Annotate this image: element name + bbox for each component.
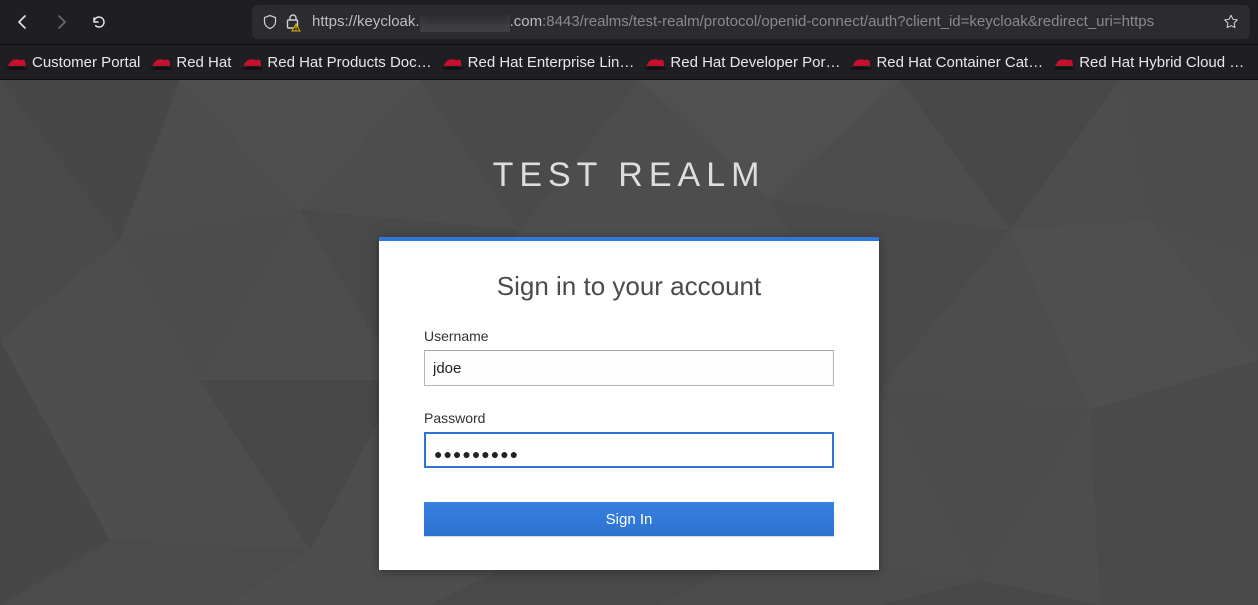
fedora-icon xyxy=(152,56,170,68)
page-body: TEST REALM Sign in to your account Usern… xyxy=(0,80,1258,605)
forward-button[interactable] xyxy=(46,7,76,37)
fedora-icon xyxy=(8,56,26,68)
bookmark-hybrid-cloud[interactable]: Red Hat Hybrid Cloud … xyxy=(1055,54,1244,71)
bookmark-label: Red Hat Container Cat… xyxy=(876,54,1043,71)
fedora-icon xyxy=(646,56,664,68)
bookmark-container-catalog[interactable]: Red Hat Container Cat… xyxy=(852,54,1043,71)
shield-icon xyxy=(262,14,278,30)
reload-button[interactable] xyxy=(84,7,114,37)
card-title: Sign in to your account xyxy=(424,271,834,302)
url-path: :8443/realms/test-realm/protocol/openid-… xyxy=(542,13,1154,30)
bookmark-red-hat[interactable]: Red Hat xyxy=(152,54,231,71)
realm-title: TEST REALM xyxy=(0,80,1258,195)
redacted-host xyxy=(420,15,510,32)
fedora-icon xyxy=(1055,56,1073,68)
url-prefix: https://keycloak. xyxy=(312,13,420,30)
fedora-icon xyxy=(444,56,462,68)
password-input[interactable]: ●●●●●●●●● xyxy=(424,432,834,468)
bookmark-label: Customer Portal xyxy=(32,54,140,71)
fedora-icon xyxy=(243,56,261,68)
bookmark-label: Red Hat Products Doc… xyxy=(267,54,431,71)
lock-warning-icon xyxy=(284,12,304,32)
bookmark-label: Red Hat Enterprise Lin… xyxy=(468,54,635,71)
bookmark-customer-portal[interactable]: Customer Portal xyxy=(8,54,140,71)
browser-toolbar: https://keycloak. .com:8443/realms/test-r… xyxy=(0,0,1258,44)
fedora-icon xyxy=(852,56,870,68)
bookmark-label: Red Hat xyxy=(176,54,231,71)
username-group: Username xyxy=(424,328,834,386)
bookmark-developer-portal[interactable]: Red Hat Developer Por… xyxy=(646,54,840,71)
bookmarks-bar: Customer Portal Red Hat Red Hat Products… xyxy=(0,44,1258,80)
url-domain-end: .com xyxy=(510,13,543,30)
username-input[interactable] xyxy=(424,350,834,386)
bookmark-label: Red Hat Hybrid Cloud … xyxy=(1079,54,1244,71)
address-bar[interactable]: https://keycloak. .com:8443/realms/test-r… xyxy=(252,5,1250,39)
bookmark-enterprise-linux[interactable]: Red Hat Enterprise Lin… xyxy=(444,54,635,71)
bookmark-products-doc[interactable]: Red Hat Products Doc… xyxy=(243,54,431,71)
sign-in-button[interactable]: Sign In xyxy=(424,502,834,536)
url-text: https://keycloak. .com:8443/realms/test-r… xyxy=(312,13,1214,32)
bookmark-label: Red Hat Developer Por… xyxy=(670,54,840,71)
username-label: Username xyxy=(424,328,834,344)
back-button[interactable] xyxy=(8,7,38,37)
password-label: Password xyxy=(424,410,834,426)
login-card: Sign in to your account Username Passwor… xyxy=(379,237,879,570)
bookmark-star-icon[interactable] xyxy=(1222,13,1240,31)
password-group: Password ●●●●●●●●● xyxy=(424,410,834,468)
